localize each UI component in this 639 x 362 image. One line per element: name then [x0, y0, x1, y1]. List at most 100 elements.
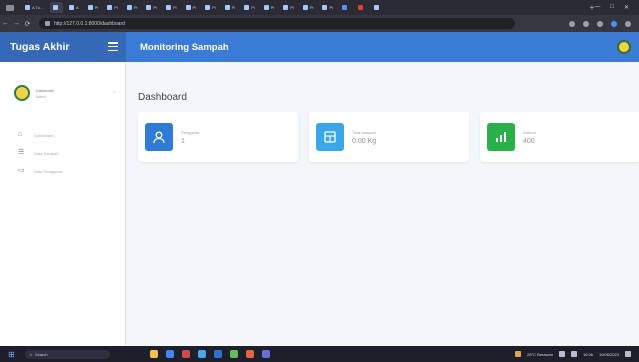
tab-title: Pi: [192, 5, 197, 10]
app-icon[interactable]: [165, 350, 174, 358]
favicon-icon: [107, 5, 113, 10]
tab-title: A: [76, 5, 79, 10]
tab-title: Pi: [153, 5, 157, 10]
app-icon[interactable]: [229, 350, 238, 358]
chart-icon: [487, 123, 515, 151]
favicon-icon: [322, 5, 328, 10]
user-role: Admin: [36, 94, 47, 99]
user-panel[interactable]: Kasmodin Admin ‹: [0, 62, 125, 108]
table-icon: [316, 123, 344, 151]
taskbar: ⊞ ⌕ Search 26°C Berawan 10:06 10/06/2023: [0, 346, 639, 362]
card-texts: Pengguna 1: [181, 130, 199, 145]
main-content: Dashboard Pengguna 1 Total sampah 0.00 K…: [126, 62, 639, 346]
tab-title: Pi: [251, 5, 255, 10]
tab-title: Pi: [270, 5, 275, 10]
logo-icon[interactable]: [617, 40, 631, 54]
search-placeholder: Search: [34, 351, 48, 357]
browser-tab[interactable]: Pi: [319, 2, 336, 13]
favicon-icon: [302, 5, 308, 10]
browser-tab[interactable]: A Tu…: [22, 2, 47, 13]
tab-title: Pi: [329, 5, 333, 10]
browser-tab[interactable]: [371, 2, 384, 13]
forward-icon[interactable]: →: [11, 20, 22, 27]
browser-tab[interactable]: A: [66, 2, 82, 13]
sidebar-item-label: Dashboard: [34, 132, 54, 138]
close-icon[interactable]: ✕: [624, 4, 629, 11]
app-icon[interactable]: [245, 350, 254, 358]
maximize-icon[interactable]: □: [610, 4, 614, 11]
card-texts: Total sampah 0.00 Kg: [352, 130, 376, 145]
tab-title: A Tu…: [32, 5, 45, 10]
hamburger-menu-icon[interactable]: [108, 42, 118, 51]
windows-start-icon[interactable]: ⊞: [8, 350, 15, 359]
sidebar-item-dashboard[interactable]: ⌂ Dashboard: [0, 126, 125, 144]
card-value: 0.00 Kg: [352, 137, 377, 145]
browser-tab[interactable]: Pi: [183, 2, 200, 13]
tab-title: Pi: [133, 5, 138, 10]
app-icon[interactable]: [261, 350, 270, 358]
info-card-karbon: Karbon 400: [480, 112, 639, 162]
card-label: Pengguna: [181, 129, 200, 135]
tab-title: Pi: [212, 5, 216, 10]
tab-list-button[interactable]: [6, 4, 14, 11]
browser-tab[interactable]: Pi: [261, 2, 278, 13]
window-controls: — □ ✕: [594, 4, 629, 11]
tab-title: Pi: [172, 5, 177, 10]
browser-tab[interactable]: Pi: [85, 2, 102, 13]
sidebar-item-data-sampah[interactable]: ☰ Data Sampah: [0, 144, 125, 162]
site-info-icon[interactable]: [45, 21, 50, 26]
browser-tab[interactable]: Pi: [300, 2, 317, 13]
app-icon[interactable]: [149, 350, 158, 358]
info-card-total-sampah: Total sampah 0.00 Kg: [309, 112, 469, 162]
weather-text: 26°C Berawan: [527, 351, 553, 357]
reload-icon[interactable]: ⟳: [22, 20, 33, 28]
brand: Tugas Akhir: [0, 32, 126, 62]
search-icon: ⌕: [29, 351, 32, 357]
app-icon[interactable]: [181, 350, 190, 358]
clock-date: 10/06/2023: [598, 351, 619, 357]
network-icon[interactable]: [558, 351, 565, 357]
favicon-icon: [342, 5, 347, 10]
brand-name[interactable]: Tugas Akhir: [10, 41, 70, 53]
browser-tab[interactable]: Pi: [241, 2, 258, 13]
browser-tab[interactable]: Pi: [202, 2, 219, 13]
weather-icon[interactable]: [515, 351, 522, 357]
browser-tab[interactable]: Pi: [124, 2, 141, 13]
card-value: 400: [523, 137, 535, 145]
browser-tab[interactable]: Pi: [163, 2, 180, 13]
favicon-icon: [263, 5, 269, 10]
browser-tab[interactable]: Pi: [280, 2, 297, 13]
favicon-icon: [205, 5, 211, 10]
taskbar-search[interactable]: ⌕ Search: [24, 349, 110, 359]
sidebar-item-data-pengguna[interactable]: ▭ Data Pengguna: [0, 162, 125, 180]
profile-icon[interactable]: [611, 20, 617, 27]
tab-title: Pi: [231, 5, 236, 10]
back-icon[interactable]: ←: [0, 20, 11, 27]
sidebar-item-label: Data Pengguna: [34, 168, 62, 174]
tab-title: Pi: [290, 5, 294, 10]
app-icon[interactable]: [213, 350, 222, 358]
browser-tab[interactable]: Pi: [222, 2, 239, 13]
app-icon[interactable]: [197, 350, 206, 358]
page-title: Dashboard: [138, 92, 187, 103]
chevron-left-icon[interactable]: ‹: [113, 90, 115, 96]
volume-icon[interactable]: [570, 351, 577, 357]
browser-tab[interactable]: Pi: [143, 2, 160, 13]
bookmark-icon[interactable]: [569, 20, 575, 27]
minimize-icon[interactable]: —: [594, 4, 600, 11]
browser-tab[interactable]: [355, 2, 368, 13]
download-icon[interactable]: [597, 20, 603, 27]
menu-icon[interactable]: [625, 20, 631, 27]
card-label: Karbon: [523, 129, 536, 135]
extensions-icon[interactable]: [583, 20, 589, 27]
browser-tab[interactable]: [339, 2, 352, 13]
favicon-icon: [146, 5, 152, 10]
url-input[interactable]: http://127.0.0.1:8000/dashboard: [39, 18, 515, 29]
card-texts: Karbon 400: [523, 130, 536, 145]
notification-icon[interactable]: [625, 351, 631, 357]
browser-tab[interactable]: Pi: [104, 2, 121, 13]
favicon-icon: [126, 5, 132, 10]
browser-tab[interactable]: [50, 2, 64, 13]
avatar: [14, 85, 30, 101]
sidebar-item-label: Data Sampah: [34, 150, 59, 156]
